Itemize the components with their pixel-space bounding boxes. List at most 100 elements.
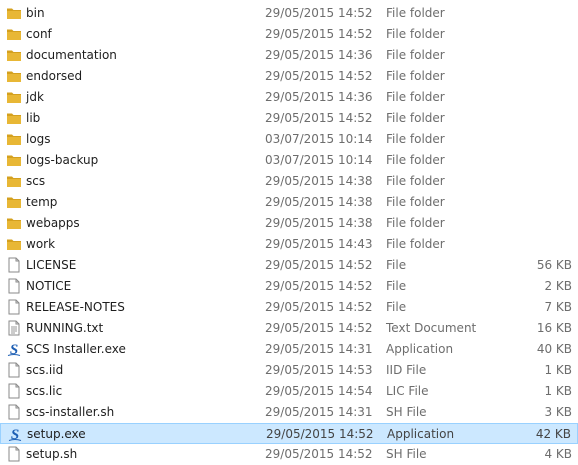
file-size: 40 KB [536,342,572,356]
file-date-modified: 03/07/2015 10:14 [265,132,373,146]
file-name: conf [26,27,52,41]
file-type: File folder [386,48,445,62]
file-name: RELEASE-NOTES [26,300,125,314]
file-row[interactable]: logs 03/07/2015 10:14 File folder [0,129,578,150]
file-type: Text Document [386,321,477,335]
file-size: 42 KB [535,427,571,441]
file-type: File folder [386,27,445,41]
blank-file-icon [6,404,22,420]
file-row[interactable]: setup.sh 29/05/2015 14:52 SH File 4 KB [0,444,578,465]
file-name: temp [26,195,58,209]
file-date-modified: 29/05/2015 14:52 [265,111,373,125]
folder-icon [6,131,22,147]
file-name: logs-backup [26,153,99,167]
blank-file-icon [6,257,22,273]
file-row[interactable]: scs 29/05/2015 14:38 File folder [0,171,578,192]
file-date-modified: 29/05/2015 14:38 [265,216,373,230]
file-type: IID File [386,363,427,377]
file-name: scs.lic [26,384,63,398]
file-name: documentation [26,48,117,62]
file-type: File folder [386,132,445,146]
file-row[interactable]: RELEASE-NOTES 29/05/2015 14:52 File 7 KB [0,297,578,318]
file-date-modified: 29/05/2015 14:53 [265,363,373,377]
folder-icon [6,26,22,42]
file-name: RUNNING.txt [26,321,104,335]
blank-file-icon [6,383,22,399]
file-row[interactable]: scs.iid 29/05/2015 14:53 IID File 1 KB [0,360,578,381]
file-type: Application [386,342,454,356]
folder-icon [6,215,22,231]
file-date-modified: 29/05/2015 14:38 [265,174,373,188]
file-type: File folder [386,216,445,230]
file-type: File folder [386,237,445,251]
folder-icon [6,68,22,84]
file-type: LIC File [386,384,429,398]
file-row[interactable]: temp 29/05/2015 14:38 File folder [0,192,578,213]
text-file-icon [6,320,22,336]
file-row[interactable]: work 29/05/2015 14:43 File folder [0,234,578,255]
file-size: 3 KB [544,405,572,419]
file-row[interactable]: endorsed 29/05/2015 14:52 File folder [0,66,578,87]
file-row[interactable]: Ssetup.exe 29/05/2015 14:52 Application 42 … [0,423,578,444]
blank-file-icon [6,278,22,294]
file-type: File folder [386,153,445,167]
file-date-modified: 29/05/2015 14:36 [265,48,373,62]
file-name: scs.iid [26,363,64,377]
folder-icon [6,110,22,126]
file-row[interactable]: LICENSE 29/05/2015 14:52 File 56 KB [0,255,578,276]
file-row[interactable]: S SCS Installer.exe 29/05/2015 14:31 Applic… [0,339,578,360]
file-date-modified: 29/05/2015 14:54 [265,384,373,398]
file-type: File folder [386,174,445,188]
file-type: File folder [386,90,445,104]
file-name: SCS Installer.exe [26,342,126,356]
file-date-modified: 29/05/2015 14:52 [265,300,373,314]
file-date-modified: 29/05/2015 14:31 [265,405,373,419]
folder-icon [6,173,22,189]
file-row[interactable]: scs-installer.sh 29/05/2015 14:31 SH File 3… [0,402,578,423]
file-date-modified: 29/05/2015 14:31 [265,342,373,356]
file-date-modified: 29/05/2015 14:36 [265,90,373,104]
file-type: Application [387,427,455,441]
file-date-modified: 29/05/2015 14:52 [265,447,373,461]
file-row[interactable]: bin 29/05/2015 14:52 File folder [0,3,578,24]
file-date-modified: 29/05/2015 14:38 [265,195,373,209]
file-row[interactable]: RUNNING.txt 29/05/2015 14:52 Text Document… [0,318,578,339]
blank-file-icon [6,299,22,315]
file-date-modified: 29/05/2015 14:52 [265,279,373,293]
file-type: SH File [386,447,427,461]
file-date-modified: 29/05/2015 14:52 [265,321,373,335]
file-name: NOTICE [26,279,72,293]
file-size: 4 KB [544,447,572,461]
file-row[interactable]: documentation 29/05/2015 14:36 File folder [0,45,578,66]
file-type: File [386,300,407,314]
file-size: 7 KB [544,300,572,314]
file-name: setup.exe [27,427,86,441]
file-size: 16 KB [536,321,572,335]
file-date-modified: 29/05/2015 14:43 [265,237,373,251]
file-row[interactable]: jdk 29/05/2015 14:36 File folder [0,87,578,108]
file-name: work [26,237,56,251]
file-type: File folder [386,6,445,20]
folder-icon [6,47,22,63]
file-row[interactable]: scs.lic 29/05/2015 14:54 LIC File 1 KB [0,381,578,402]
file-row[interactable]: webapps 29/05/2015 14:38 File folder [0,213,578,234]
folder-icon [6,194,22,210]
file-name: endorsed [26,69,83,83]
file-type: File folder [386,111,445,125]
file-name: lib [26,111,41,125]
file-size: 1 KB [544,384,572,398]
blank-file-icon [6,362,22,378]
file-date-modified: 29/05/2015 14:52 [265,258,373,272]
file-row[interactable]: logs-backup 03/07/2015 10:14 File folder [0,150,578,171]
file-type: File [386,279,407,293]
file-type: File folder [386,69,445,83]
app-s-icon: S [7,426,23,443]
file-name: setup.sh [26,447,78,461]
file-type: SH File [386,405,427,419]
file-row[interactable]: NOTICE 29/05/2015 14:52 File 2 KB [0,276,578,297]
file-name: scs [26,174,46,188]
file-row[interactable]: lib 29/05/2015 14:52 File folder [0,108,578,129]
file-name: logs [26,132,51,146]
file-date-modified: 29/05/2015 14:52 [266,427,374,441]
file-row[interactable]: conf 29/05/2015 14:52 File folder [0,24,578,45]
